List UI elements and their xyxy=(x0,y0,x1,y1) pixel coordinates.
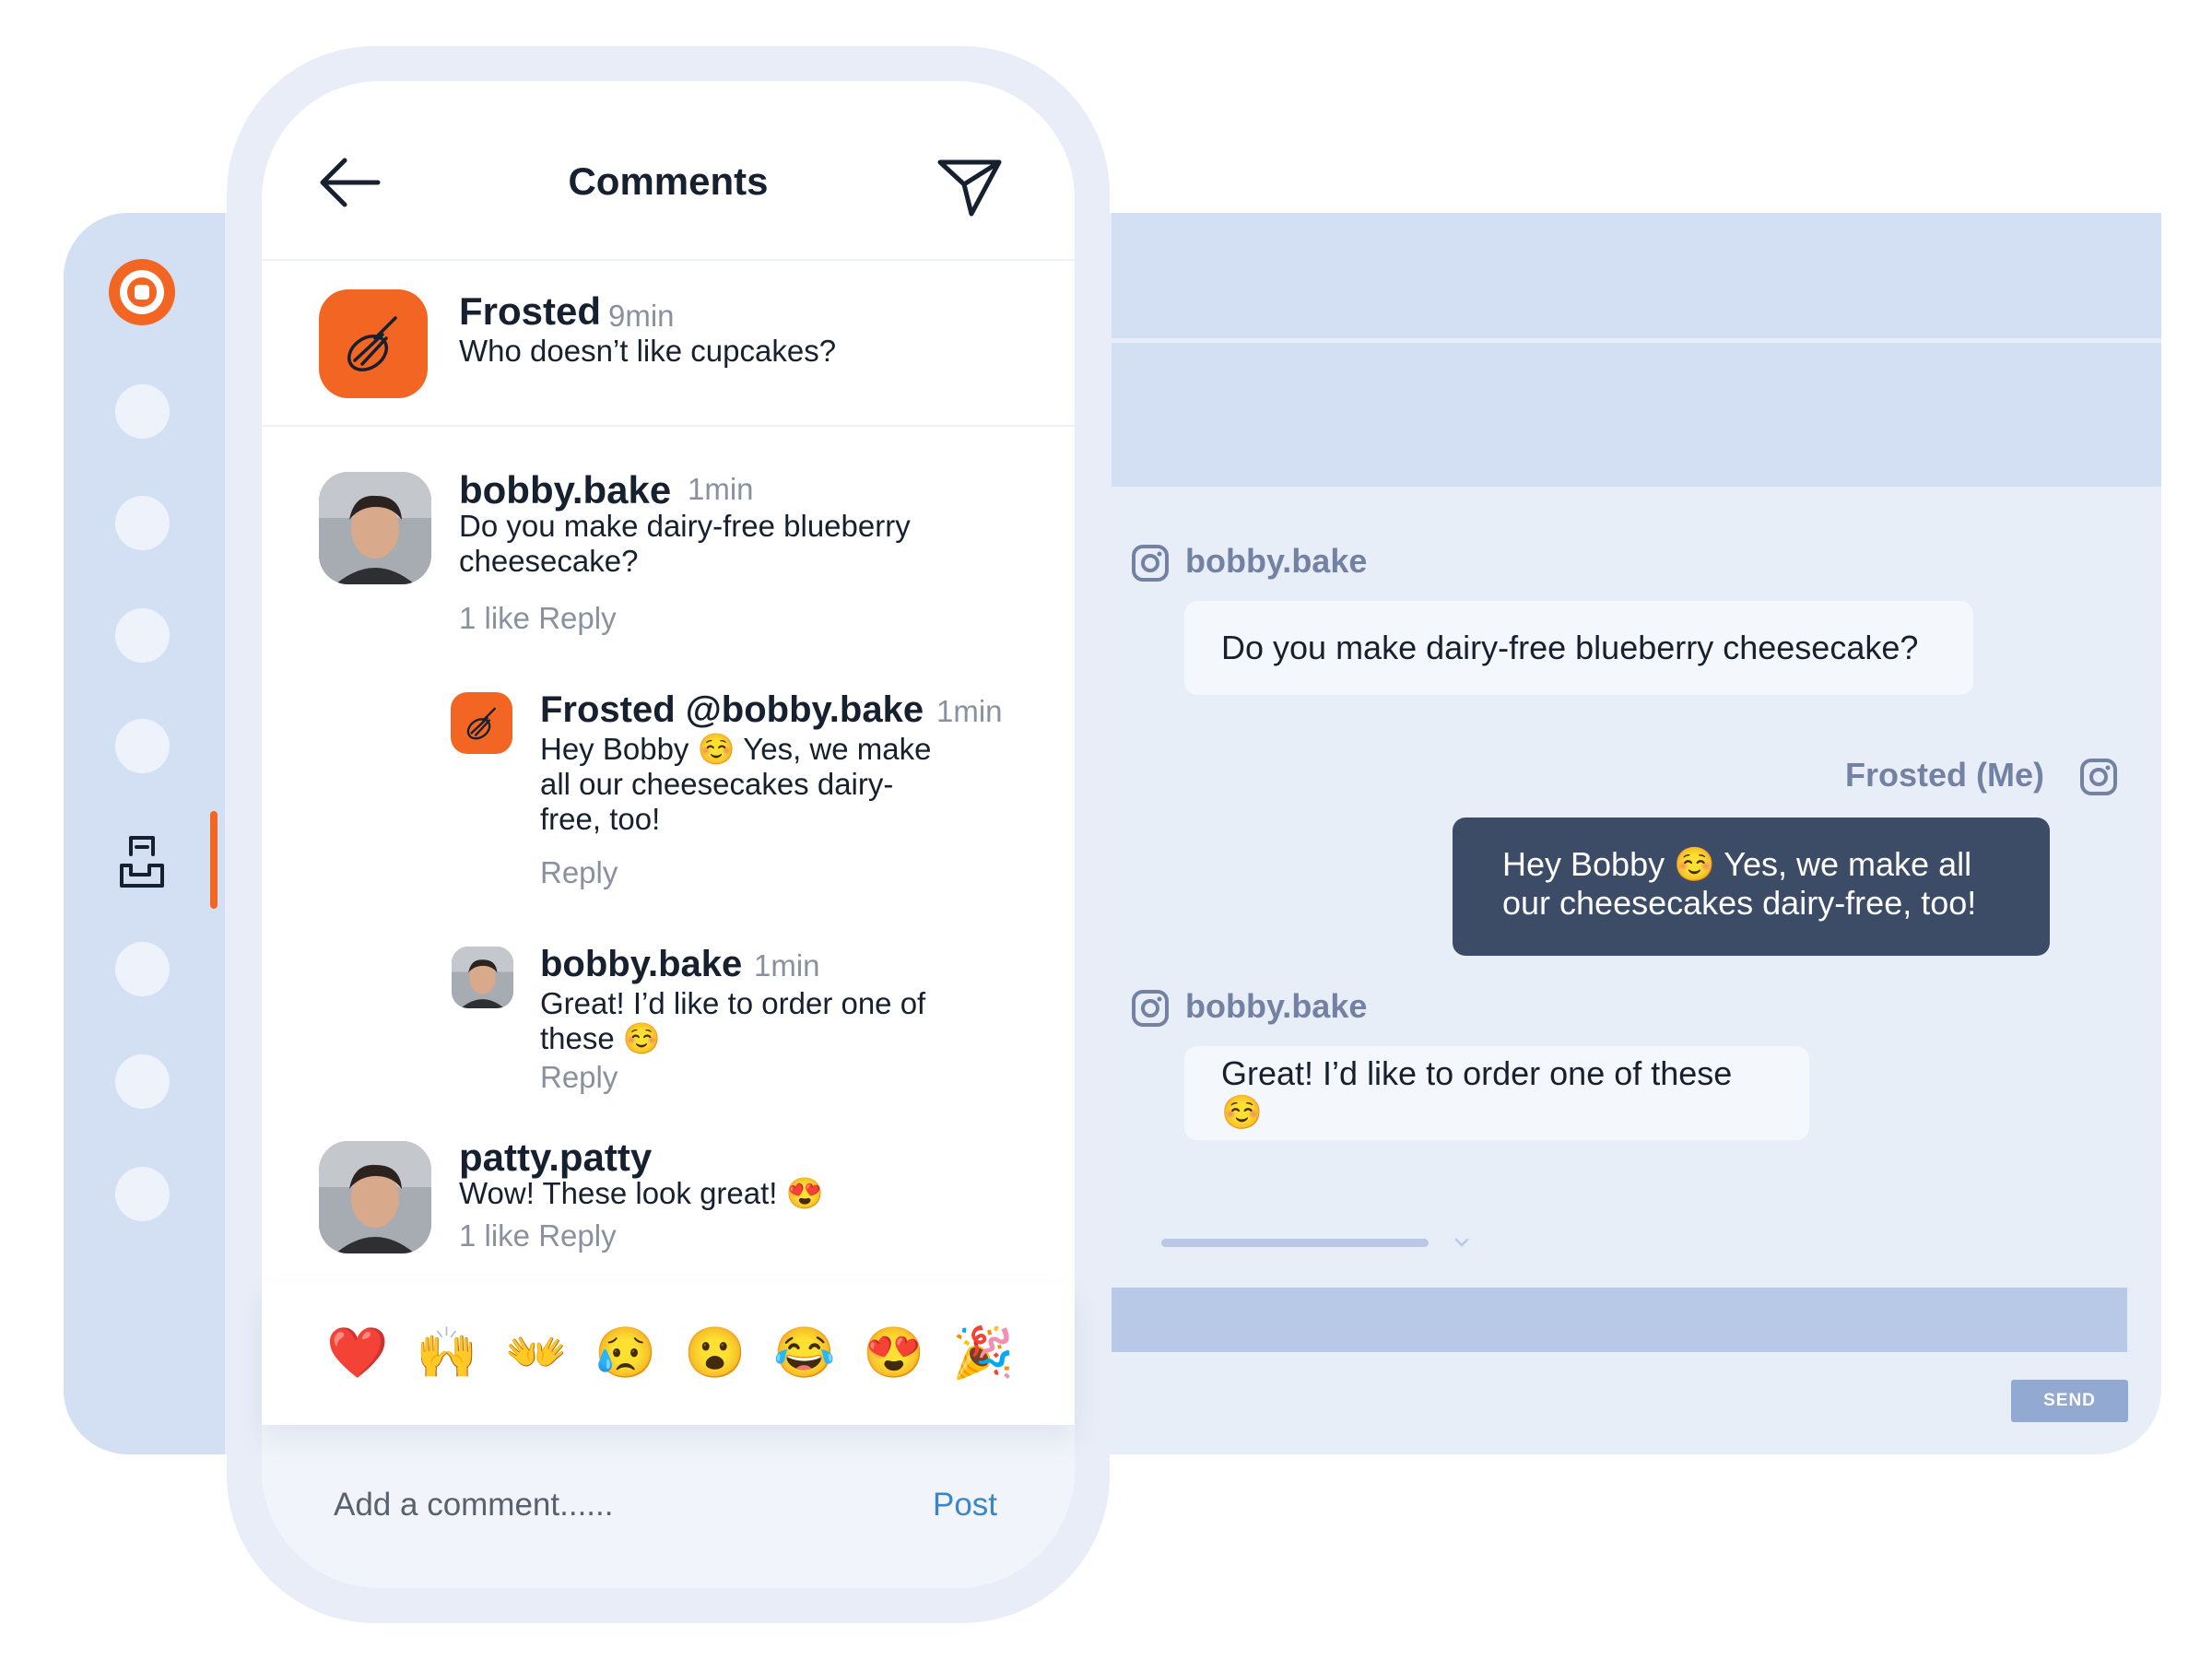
raised-hands-emoji[interactable]: 🙌 xyxy=(416,1325,477,1381)
message-input[interactable] xyxy=(1112,1288,2127,1352)
sidebar-item[interactable] xyxy=(115,1167,170,1221)
whisk-icon xyxy=(347,316,397,371)
avatar[interactable] xyxy=(452,947,513,1008)
comment-username[interactable]: patty.patty xyxy=(459,1135,652,1180)
open-hands-emoji[interactable]: 👐 xyxy=(505,1325,567,1381)
app-logo-icon[interactable] xyxy=(109,259,175,325)
comment-username[interactable]: bobby.bake xyxy=(459,468,671,512)
incoming-message: Great! I’d like to order one of these ☺️ xyxy=(1184,1046,1809,1140)
comment-text: Do you make dairy-free blueberry cheesec… xyxy=(459,509,911,578)
heart-eyes-emoji[interactable]: 😍 xyxy=(863,1325,924,1381)
comment-input[interactable]: Add a comment...... xyxy=(334,1487,613,1524)
reply-actions[interactable]: Reply xyxy=(540,855,618,890)
sidebar-active-indicator xyxy=(210,811,218,909)
post-button[interactable]: Post xyxy=(933,1487,997,1524)
divider xyxy=(262,425,1075,427)
avatar[interactable] xyxy=(319,472,431,584)
inbox-icon[interactable] xyxy=(109,829,175,895)
sidebar-item[interactable] xyxy=(115,384,170,439)
comment-time: 1min xyxy=(688,472,754,506)
chevron-down-icon[interactable] xyxy=(1453,1233,1471,1252)
chat-sender-name: bobby.bake xyxy=(1185,987,1368,1025)
instagram-icon xyxy=(2080,759,2117,795)
laughing-face-emoji[interactable]: 😂 xyxy=(773,1325,835,1381)
instagram-icon xyxy=(1132,990,1169,1027)
outgoing-message: Hey Bobby ☺️ Yes, we make all our cheese… xyxy=(1453,818,2050,956)
comment-actions[interactable]: 1 like Reply xyxy=(459,601,617,636)
party-popper-emoji[interactable]: 🎉 xyxy=(952,1325,1014,1381)
post-username[interactable]: Frosted xyxy=(459,289,601,334)
sad-face-emoji[interactable]: 😥 xyxy=(594,1325,656,1381)
frosted-avatar xyxy=(451,692,512,754)
sidebar-item[interactable] xyxy=(115,496,170,550)
reply-time: 1min xyxy=(754,948,820,982)
frosted-avatar xyxy=(319,289,428,398)
sidebar-item[interactable] xyxy=(115,1054,170,1109)
sidebar-item[interactable] xyxy=(115,608,170,663)
reply-username[interactable]: Frosted @bobby.bake xyxy=(540,689,924,731)
comment-actions[interactable]: 1 like Reply xyxy=(459,1218,617,1253)
reply-actions[interactable]: Reply xyxy=(540,1060,618,1095)
surprised-face-emoji[interactable]: 😮 xyxy=(684,1325,746,1381)
reply-time: 1min xyxy=(936,694,1003,728)
reply-text: Great! I’d like to order one of these ☺️ xyxy=(540,986,926,1055)
chat-sender-name: bobby.bake xyxy=(1185,542,1368,580)
reply-username[interactable]: bobby.bake xyxy=(540,944,742,985)
chat-sender-name: Frosted (Me) xyxy=(1845,756,2044,794)
reply-text: Hey Bobby ☺️ Yes, we make all our cheese… xyxy=(540,732,932,836)
send-icon[interactable] xyxy=(936,157,1003,218)
heart-emoji[interactable]: ❤️ xyxy=(326,1325,388,1381)
chat-header xyxy=(1112,213,2161,338)
sidebar-item[interactable] xyxy=(115,942,170,996)
comment-text: Wow! These look great! 😍 xyxy=(459,1176,824,1210)
channel-selector-bar[interactable] xyxy=(1161,1239,1429,1247)
incoming-message: Do you make dairy-free blueberry cheesec… xyxy=(1184,601,1973,695)
whisk-icon xyxy=(466,707,496,739)
sidebar-item[interactable] xyxy=(115,719,170,773)
post-time: 9min xyxy=(608,299,675,333)
chat-subheader xyxy=(1112,343,2161,487)
post-text: Who doesn’t like cupcakes? xyxy=(459,334,837,368)
send-button[interactable]: SEND xyxy=(2011,1380,2128,1422)
instagram-icon xyxy=(1132,545,1169,582)
avatar[interactable] xyxy=(319,1141,431,1253)
divider xyxy=(262,259,1075,261)
